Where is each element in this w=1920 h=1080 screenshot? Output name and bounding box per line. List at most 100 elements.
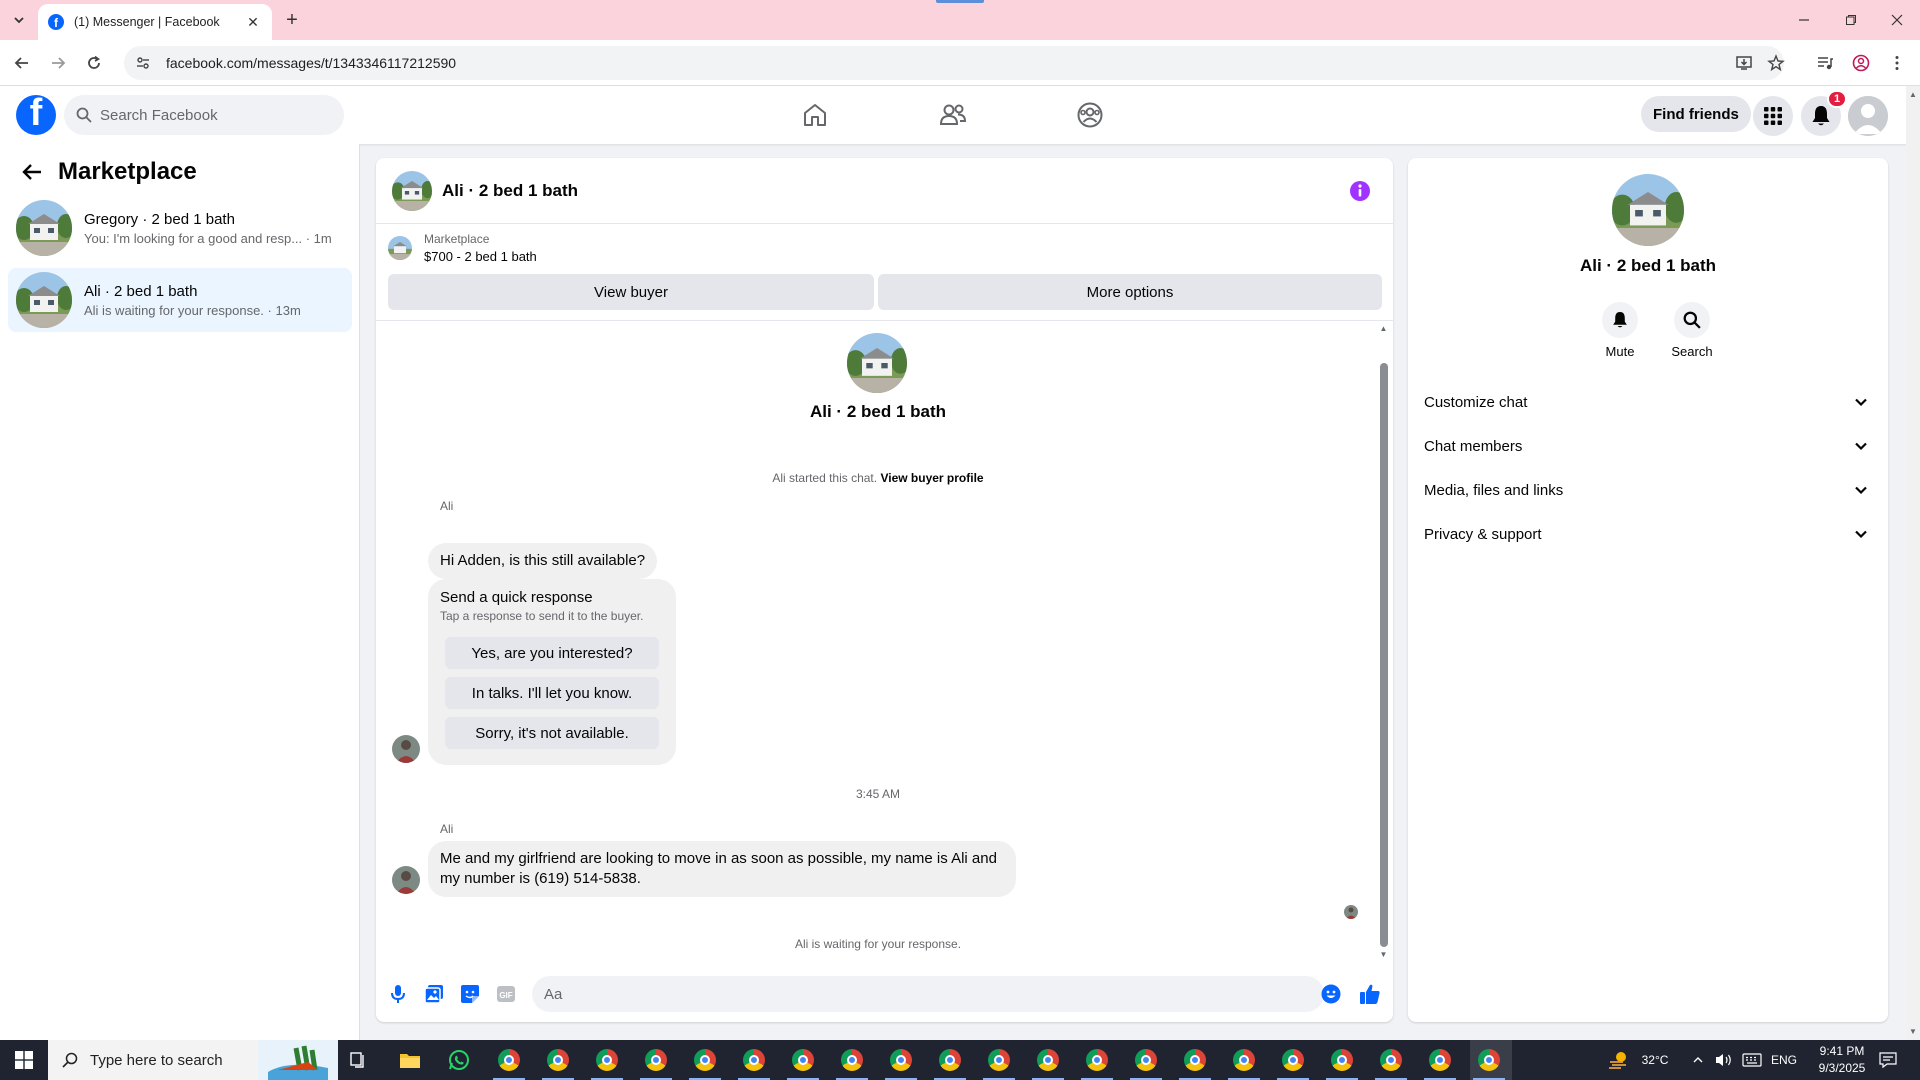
view-buyer-button[interactable]: View buyer bbox=[388, 274, 874, 310]
gif-button[interactable]: GIF bbox=[494, 982, 518, 1006]
address-bar[interactable]: facebook.com/messages/t/1343346117212590 bbox=[124, 46, 1784, 80]
account-avatar[interactable] bbox=[1848, 96, 1888, 136]
chat-bubble-icon bbox=[1879, 1052, 1897, 1069]
browser-tab-strip: f (1) Messenger | Facebook ✕ + bbox=[0, 0, 1920, 40]
browser-tab-messenger[interactable]: f (1) Messenger | Facebook ✕ bbox=[38, 4, 272, 40]
nav-groups[interactable] bbox=[1070, 97, 1110, 133]
thread-scrollbar[interactable]: ▲ ▼ bbox=[1378, 321, 1389, 961]
page-scroll-down-icon[interactable]: ▼ bbox=[1909, 1027, 1917, 1036]
conversation-preview: You: I'm looking for a good and resp... … bbox=[84, 230, 332, 246]
sticker-icon bbox=[461, 985, 479, 1003]
conversation-gregory[interactable]: Gregory · 2 bed 1 bath You: I'm looking … bbox=[8, 196, 352, 260]
voice-clip-button[interactable] bbox=[386, 982, 410, 1006]
gif-icon: GIF bbox=[497, 986, 515, 1002]
back-arrow-button[interactable] bbox=[16, 156, 48, 188]
language-indicator[interactable]: ENG bbox=[1766, 1053, 1802, 1067]
waiting-note: Ali is waiting for your response. bbox=[794, 937, 962, 951]
message-timestamp: 3:45 AM bbox=[855, 787, 901, 801]
media-controls-button[interactable] bbox=[1813, 51, 1837, 75]
tab-search-button[interactable] bbox=[8, 9, 30, 31]
quick-reply-not-available[interactable]: Sorry, it's not available. bbox=[445, 717, 659, 749]
site-info-icon[interactable] bbox=[134, 54, 152, 72]
message-input-field[interactable] bbox=[532, 976, 1324, 1012]
message-input[interactable] bbox=[544, 985, 1244, 1003]
chrome-menu-button[interactable] bbox=[1885, 51, 1909, 75]
house-thumbnail bbox=[388, 236, 412, 260]
conversation-name: Gregory · 2 bed 1 bath bbox=[84, 210, 235, 228]
quick-response-title: Send a quick response bbox=[440, 589, 593, 606]
tab-close-icon[interactable]: ✕ bbox=[244, 13, 262, 31]
page-scrollbar[interactable]: ▲ ▼ bbox=[1906, 86, 1920, 1040]
clock-date[interactable]: 9/3/2025 bbox=[1806, 1061, 1878, 1075]
find-friends-button[interactable]: Find friends bbox=[1641, 96, 1751, 132]
facebook-logo-icon[interactable]: f bbox=[16, 95, 56, 135]
restore-button[interactable] bbox=[1839, 8, 1863, 32]
media-files-section[interactable]: Media, files and links bbox=[1424, 468, 1872, 512]
info-name: Ali · 2 bed 1 bath bbox=[1579, 256, 1717, 275]
conversation-ali[interactable]: Ali · 2 bed 1 bath Ali is waiting for yo… bbox=[8, 268, 352, 332]
quick-reply-in-talks[interactable]: In talks. I'll let you know. bbox=[445, 677, 659, 709]
reload-button[interactable] bbox=[82, 51, 106, 75]
customize-chat-section[interactable]: Customize chat bbox=[1424, 380, 1872, 424]
close-window-button[interactable] bbox=[1885, 8, 1909, 32]
chrome-profile-button[interactable] bbox=[1849, 51, 1873, 75]
browser-toolbar: facebook.com/messages/t/1343346117212590 bbox=[0, 40, 1920, 86]
conversation-preview: Ali is waiting for your response. · 13m bbox=[84, 302, 301, 318]
scroll-thumb[interactable] bbox=[1380, 363, 1388, 947]
info-avatar[interactable] bbox=[1612, 174, 1684, 246]
bell-icon bbox=[1812, 106, 1830, 126]
more-options-button[interactable]: More options bbox=[878, 274, 1382, 310]
house-thumbnail[interactable] bbox=[392, 170, 432, 211]
sender-avatar[interactable] bbox=[392, 735, 420, 763]
system-tray: 32°C ENG 9:41 PM 9/3/2025 bbox=[0, 1040, 1920, 1080]
bookmark-button[interactable] bbox=[1764, 51, 1788, 75]
emoji-button[interactable] bbox=[1319, 982, 1343, 1006]
show-hidden-icons-button[interactable] bbox=[1684, 1046, 1712, 1074]
facebook-search[interactable] bbox=[64, 95, 344, 135]
install-app-button[interactable] bbox=[1732, 51, 1756, 75]
chat-members-section[interactable]: Chat members bbox=[1424, 424, 1872, 468]
friends-icon bbox=[939, 104, 967, 125]
quick-reply-yes[interactable]: Yes, are you interested? bbox=[445, 637, 659, 669]
search-icon bbox=[1683, 311, 1701, 329]
minimize-button[interactable] bbox=[1792, 8, 1816, 32]
mute-button[interactable]: Mute bbox=[1590, 302, 1650, 359]
keyboard-button[interactable] bbox=[1738, 1046, 1766, 1074]
attach-photo-button[interactable] bbox=[422, 982, 446, 1006]
marketplace-sidebar: Marketplace Gregory · 2 bed 1 bath You: … bbox=[0, 144, 360, 1040]
info-icon[interactable] bbox=[1349, 180, 1371, 202]
page-scroll-up-icon[interactable]: ▲ bbox=[1909, 90, 1917, 99]
notification-center-button[interactable] bbox=[1874, 1046, 1902, 1074]
bell-icon bbox=[1613, 312, 1627, 328]
listing-source: Marketplace bbox=[424, 232, 490, 246]
temperature-text[interactable]: 32°C bbox=[1633, 1053, 1677, 1067]
forward-button[interactable] bbox=[46, 51, 70, 75]
clock-time[interactable]: 9:41 PM bbox=[1806, 1044, 1878, 1058]
listing-summary[interactable]: Marketplace $700 - 2 bed 1 bath bbox=[388, 232, 537, 264]
scroll-up-icon[interactable]: ▲ bbox=[1378, 323, 1389, 333]
chat-header-title[interactable]: Ali · 2 bed 1 bath bbox=[442, 181, 578, 201]
new-tab-button[interactable]: + bbox=[280, 8, 304, 32]
message-sender: Ali bbox=[440, 822, 454, 836]
message-composer: GIF bbox=[376, 966, 1393, 1022]
message-bubble[interactable]: Hi Adden, is this still available? bbox=[428, 543, 658, 579]
quick-response-card: Send a quick response Tap a response to … bbox=[428, 579, 676, 765]
nav-friends[interactable] bbox=[933, 97, 973, 133]
back-button[interactable] bbox=[10, 51, 34, 75]
grid-menu-icon bbox=[1764, 107, 1782, 125]
weather-icon[interactable] bbox=[1605, 1046, 1633, 1074]
privacy-support-section[interactable]: Privacy & support bbox=[1424, 512, 1872, 556]
message-bubble[interactable]: Me and my girlfriend are looking to move… bbox=[428, 841, 1016, 897]
facebook-search-input[interactable] bbox=[100, 106, 320, 124]
sender-avatar[interactable] bbox=[392, 866, 420, 894]
mute-label: Mute bbox=[1605, 344, 1635, 359]
volume-button[interactable] bbox=[1710, 1046, 1738, 1074]
minimize-icon bbox=[1799, 19, 1809, 21]
search-in-conversation-button[interactable]: Search bbox=[1662, 302, 1722, 359]
like-button[interactable] bbox=[1358, 982, 1382, 1006]
scroll-down-icon[interactable]: ▼ bbox=[1378, 949, 1389, 959]
menu-button[interactable] bbox=[1753, 96, 1793, 136]
search-label: Search bbox=[1671, 344, 1713, 359]
sticker-button[interactable] bbox=[458, 982, 482, 1006]
nav-home[interactable] bbox=[795, 97, 835, 133]
